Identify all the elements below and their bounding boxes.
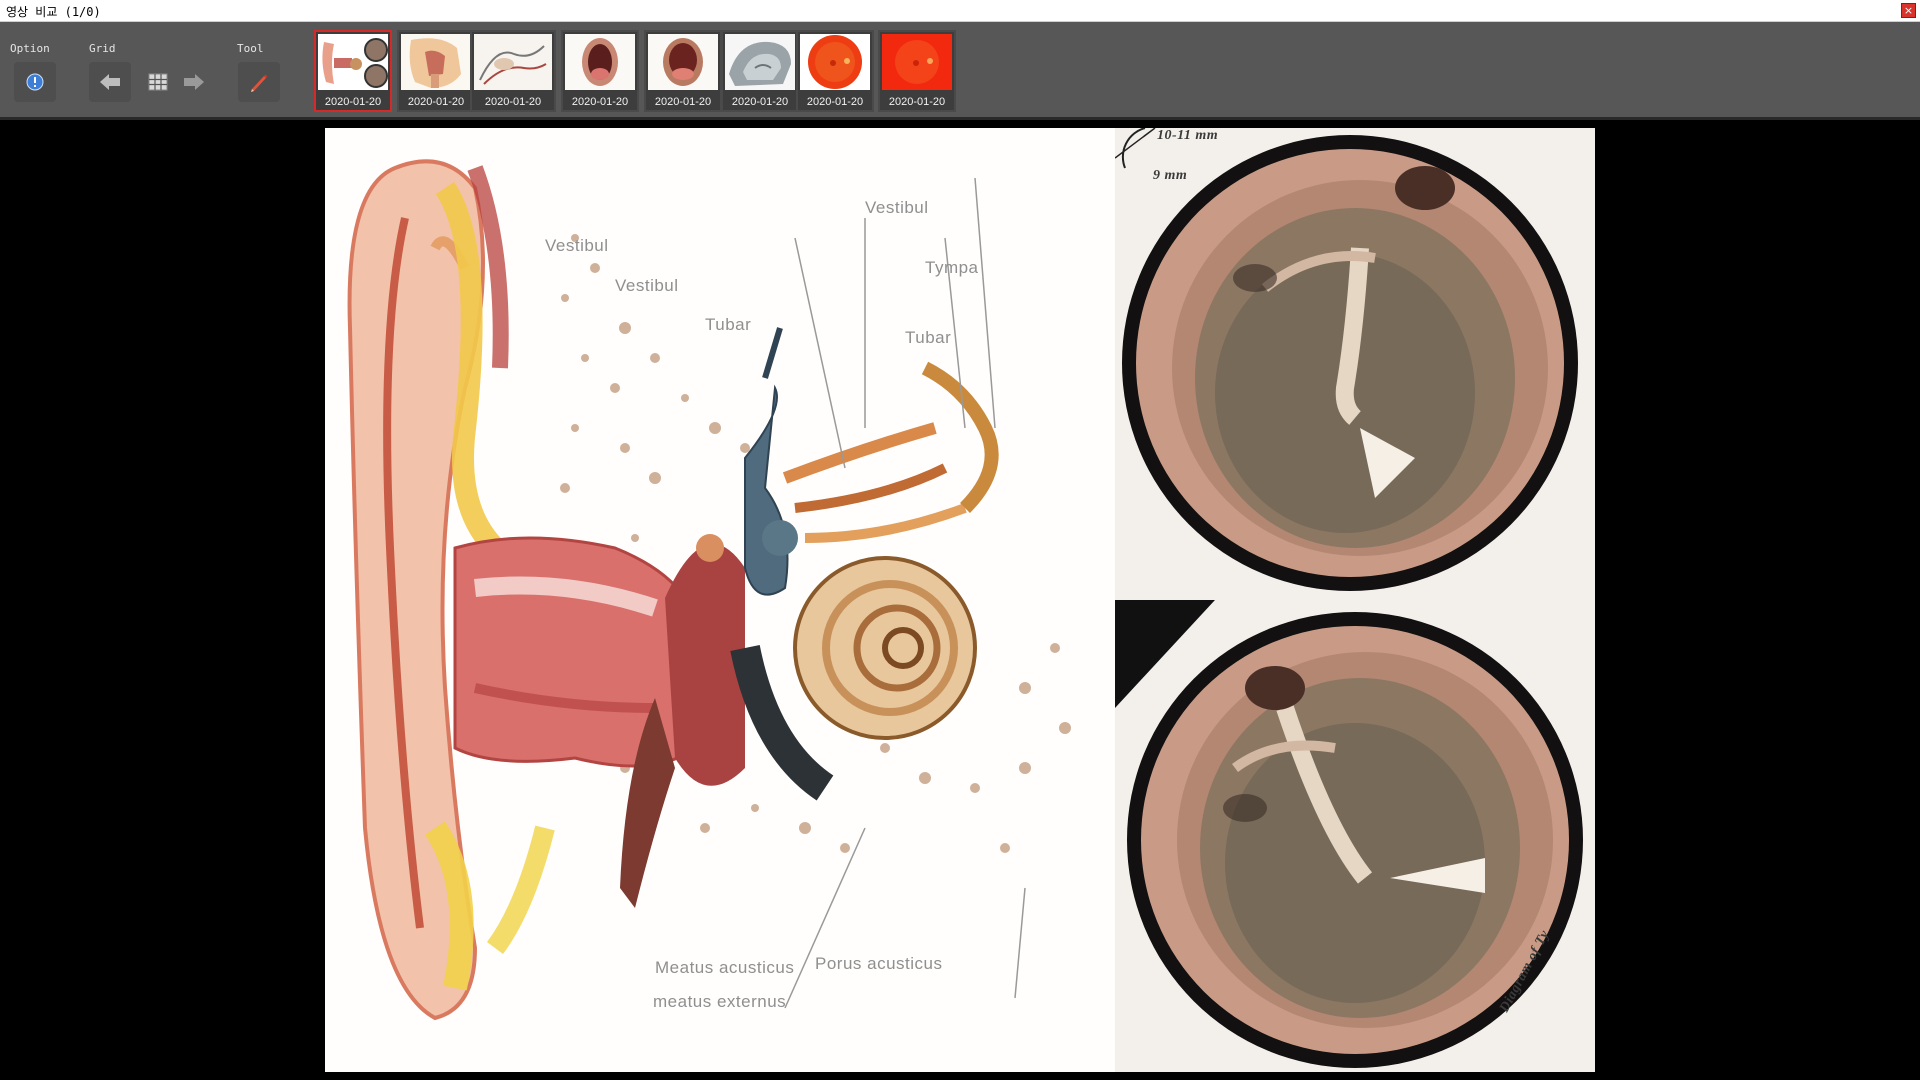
eardrum-upper (1122, 135, 1578, 591)
info-icon (26, 73, 44, 91)
thumbnail-2[interactable]: 2020-01-20 (397, 30, 475, 112)
ear-anatomy-drawing (325, 128, 1115, 1072)
pen-icon (251, 74, 268, 92)
thumbnail-date: 2020-01-20 (484, 96, 542, 108)
thumbnail-8[interactable]: 2020-01-20 (878, 30, 956, 112)
thumbnail-date: 2020-01-20 (806, 96, 864, 108)
thumbnail-3[interactable]: 2020-01-20 (470, 30, 556, 112)
toolbar: Option Grid Tool 2020-01-20 2020-01-20 2… (0, 22, 1920, 120)
label-text: Vestibul (545, 236, 609, 255)
thumbnail-7[interactable]: 2020-01-20 (796, 30, 874, 112)
grid-group-label: Grid (89, 42, 116, 55)
window-title: 영상 비교 (1/0) (6, 5, 101, 19)
close-icon: × (1903, 4, 1914, 17)
thumbnail-6[interactable]: 2020-01-20 (721, 30, 799, 112)
label-text: meatus externus (653, 992, 787, 1011)
label-text: 9 mm (1153, 168, 1188, 183)
thumbnail-image-retina-fundus (800, 34, 870, 90)
image-viewer[interactable]: Vestibul Vestibul Tubar Tympa Tubar Vest… (325, 128, 1595, 1072)
grid-layout-button[interactable] (142, 62, 174, 102)
option-button[interactable] (14, 62, 56, 102)
label-text: Tympa (925, 258, 979, 277)
grid-icon (148, 73, 168, 91)
label-text: Meatus acusticus (655, 958, 795, 977)
previous-button[interactable] (89, 62, 131, 102)
title-bar: 영상 비교 (1/0) × (0, 0, 1920, 22)
label-text: Tubar (705, 315, 752, 334)
thumbnail-image-nasal-cavity (725, 34, 795, 90)
thumbnail-date: 2020-01-20 (888, 96, 946, 108)
label-text: Tubar (905, 328, 952, 347)
ear-anatomy-illustration: Vestibul Vestibul Tubar Tympa Tubar Vest… (325, 128, 1115, 1072)
thumbnail-date: 2020-01-20 (324, 96, 382, 108)
label-text: Vestibul (615, 276, 679, 295)
thumbnail-1[interactable]: 2020-01-20 (314, 30, 392, 112)
thumbnail-date: 2020-01-20 (571, 96, 629, 108)
label-text: Porus acusticus (815, 954, 943, 973)
thumbnail-date: 2020-01-20 (731, 96, 789, 108)
arrow-left-icon (100, 74, 120, 90)
next-button[interactable] (178, 62, 210, 102)
thumbnail-image-ear-anatomy (318, 34, 388, 90)
thumbnail-image-retina-fundus-2 (882, 34, 952, 90)
thumbnail-5[interactable]: 2020-01-20 (644, 30, 722, 112)
thumbnail-image-sketch-anatomy (474, 34, 552, 90)
option-group-label: Option (10, 42, 50, 55)
thumbnail-image-oral-cavity (565, 34, 635, 90)
thumbnail-4[interactable]: 2020-01-20 (561, 30, 639, 112)
tympanic-membrane-illustration: 10-11 mm 9 mm Diagram of Ty (1114, 128, 1595, 1072)
cochlea (793, 556, 977, 740)
label-text: Vestibul (865, 198, 929, 217)
arrow-right-icon (184, 74, 204, 90)
thumbnail-date: 2020-01-20 (407, 96, 465, 108)
label-text: 10-11 mm (1157, 128, 1219, 143)
thumbnail-date: 2020-01-20 (654, 96, 712, 108)
close-button[interactable]: × (1901, 3, 1916, 18)
eardrum-drawing (1114, 128, 1595, 1072)
tool-group-label: Tool (237, 42, 264, 55)
draw-tool-button[interactable] (238, 62, 280, 102)
thumbnail-image-oral-cavity-2 (648, 34, 718, 90)
thumbnail-image-head-sagittal (401, 34, 471, 90)
